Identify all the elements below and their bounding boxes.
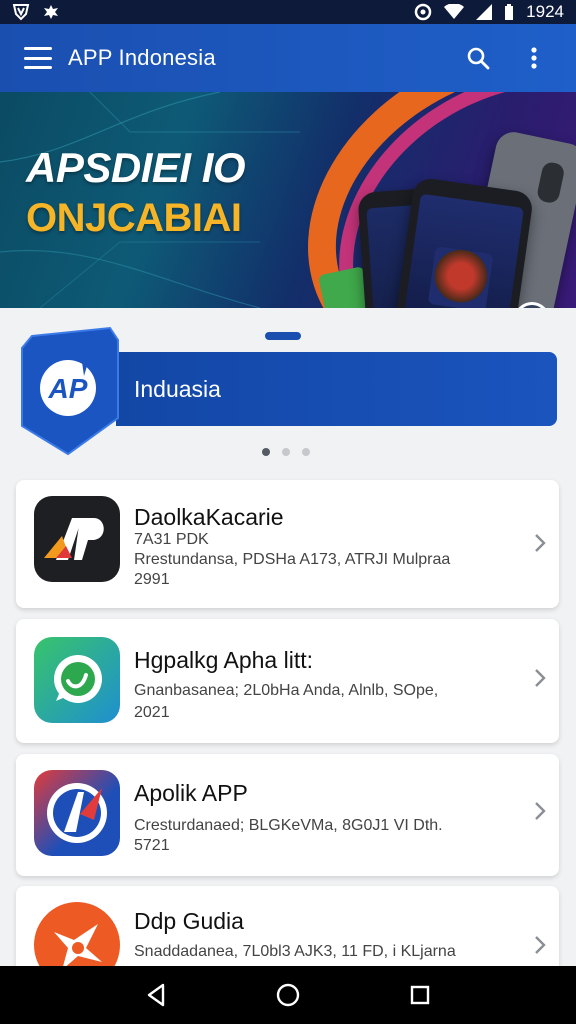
ribbon-label: Induasia bbox=[134, 375, 221, 402]
hero-banner[interactable]: APSDIEI IO ONJCABIAI bbox=[0, 92, 576, 308]
hamburger-menu-icon[interactable] bbox=[24, 47, 52, 69]
chat-bubble-icon bbox=[34, 637, 120, 723]
wifi-icon bbox=[444, 4, 465, 20]
back-icon[interactable] bbox=[136, 975, 176, 1015]
status-bar: 1924 bbox=[0, 0, 576, 24]
clock-time: 1924 bbox=[526, 2, 564, 21]
app-meta-line: Snaddadanea, 7L0bl3 AJK3, 11 FD, i KLjar… bbox=[134, 943, 456, 960]
carousel-dot[interactable] bbox=[282, 448, 290, 456]
app-name: DaolkaKacarie bbox=[134, 504, 284, 530]
app-meta-line: 5721 bbox=[134, 837, 170, 854]
app-name: Ddp Gudia bbox=[134, 908, 244, 934]
ap-shield-logo-icon: AP bbox=[21, 326, 119, 456]
more-vert-icon[interactable] bbox=[516, 40, 552, 76]
app-meta-line: Gnanbasanea; 2L0bHa Anda, Alnlb, SOpe, bbox=[134, 682, 439, 699]
app-meta-line: Rrestundansa, PDSHa A173, ATRJI Mulpraa bbox=[134, 551, 451, 568]
shield-v-icon bbox=[12, 3, 30, 21]
carousel-handle[interactable] bbox=[265, 332, 301, 340]
app-meta-line: Cresturdanaed; BLGKeVMa, 8G0J1 VI Dth. bbox=[134, 817, 443, 834]
chevron-right-icon bbox=[535, 669, 546, 687]
app-list-item-3[interactable]: Apolik APP Cresturdanaed; BLGKeVMa, 8G0J… bbox=[16, 754, 559, 876]
alarm-icon bbox=[414, 3, 432, 21]
signal-icon bbox=[476, 4, 493, 20]
app-name: Apolik APP bbox=[134, 780, 248, 806]
carousel-dots bbox=[262, 448, 310, 456]
bug-icon bbox=[42, 3, 60, 21]
app-meta-line: 7A31 PDK bbox=[134, 531, 209, 548]
chevron-right-icon bbox=[535, 936, 546, 954]
system-nav-bar bbox=[0, 966, 576, 1024]
app-meta-line: 2021 bbox=[134, 704, 170, 721]
compass-a-icon bbox=[34, 770, 120, 856]
search-icon[interactable] bbox=[460, 40, 496, 76]
app-meta-line: 2991 bbox=[134, 571, 170, 588]
app-bar: APP Indonesia bbox=[0, 24, 576, 92]
recents-icon[interactable] bbox=[400, 975, 440, 1015]
app-title: APP Indonesia bbox=[68, 45, 216, 70]
ap-logo-icon bbox=[34, 496, 120, 582]
battery-icon bbox=[504, 3, 514, 21]
chevron-right-icon bbox=[535, 534, 546, 552]
shield-logo-text: AP bbox=[48, 373, 88, 404]
hero-headline: APSDIEI IO bbox=[26, 144, 246, 191]
hero-subheadline: ONJCABIAI bbox=[26, 196, 242, 240]
carousel-dot[interactable] bbox=[302, 448, 310, 456]
app-list-item-2[interactable]: Hgpalkg Apha litt: Gnanbasanea; 2L0bHa A… bbox=[16, 619, 559, 743]
chevron-right-icon bbox=[535, 802, 546, 820]
home-icon[interactable] bbox=[268, 975, 308, 1015]
app-list-item-1[interactable]: DaolkaKacarie 7A31 PDK Rrestundansa, PDS… bbox=[16, 480, 559, 608]
app-screen: 1924 APP Indonesia APSDIEI IO ONJCABIAI bbox=[0, 0, 576, 1024]
app-name: Hgpalkg Apha litt: bbox=[134, 647, 314, 673]
carousel-dot-active[interactable] bbox=[262, 448, 270, 456]
featured-ribbon[interactable]: Induasia bbox=[116, 352, 557, 426]
